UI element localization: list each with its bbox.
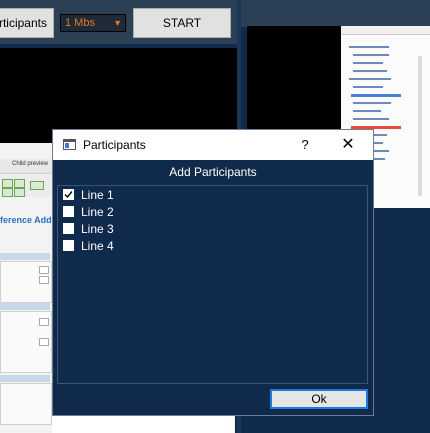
dialog-titlebar[interactable]: Participants ? ✕ bbox=[53, 130, 373, 160]
tree-line bbox=[353, 102, 391, 104]
preview-panel bbox=[0, 383, 52, 425]
preview-panel-header bbox=[0, 303, 50, 310]
participant-label: Line 2 bbox=[81, 205, 114, 219]
participant-checkbox[interactable] bbox=[63, 240, 74, 251]
preview-panel bbox=[0, 311, 52, 373]
preview-panel bbox=[0, 261, 52, 303]
tree-line bbox=[349, 46, 389, 48]
participant-label: Line 4 bbox=[81, 239, 114, 253]
chevron-down-icon: ▼ bbox=[113, 18, 122, 28]
participants-dialog: Participants ? ✕ Add Participants Line 1… bbox=[52, 129, 374, 416]
tree-line bbox=[353, 62, 383, 64]
thumbnail-menubar bbox=[341, 26, 430, 35]
participants-button[interactable]: articipants bbox=[0, 8, 54, 38]
right-topbar bbox=[241, 0, 430, 27]
ribbon-icon bbox=[14, 188, 25, 197]
dialog-title: Participants bbox=[83, 138, 146, 152]
help-button[interactable]: ? bbox=[295, 135, 315, 155]
participants-list: Line 1 Line 2 Line 3 Line 4 bbox=[57, 185, 368, 384]
ok-button[interactable]: Ok bbox=[270, 389, 368, 409]
preview-tab-label: Child preview bbox=[12, 161, 49, 167]
close-button[interactable]: ✕ bbox=[335, 134, 361, 156]
tree-line bbox=[349, 78, 391, 80]
thumbnail-scrollbar bbox=[418, 56, 422, 196]
bitrate-value: 1 Mbs bbox=[65, 17, 95, 29]
tree-line bbox=[353, 118, 389, 120]
participant-label: Line 3 bbox=[81, 222, 114, 236]
window-icon bbox=[63, 139, 76, 150]
participant-item-line-2[interactable]: Line 2 bbox=[63, 204, 263, 220]
preview-panel-header bbox=[0, 375, 50, 382]
participant-label: Line 1 bbox=[81, 188, 114, 202]
spin-box bbox=[39, 276, 49, 284]
spin-box bbox=[39, 338, 49, 346]
spin-box bbox=[39, 318, 49, 326]
checkmark-icon bbox=[64, 191, 73, 199]
ribbon-icon bbox=[2, 179, 13, 188]
participant-checkbox[interactable] bbox=[63, 189, 74, 200]
preview-panel-header bbox=[0, 253, 50, 260]
tree-line bbox=[353, 70, 387, 72]
preview-title-fragment: ference Addo bbox=[0, 215, 58, 225]
participant-checkbox[interactable] bbox=[63, 223, 74, 234]
ribbon-icon bbox=[2, 188, 13, 197]
tree-line bbox=[353, 54, 389, 56]
add-participants-header: Add Participants bbox=[169, 165, 257, 179]
close-icon: ✕ bbox=[341, 136, 355, 153]
participant-item-line-1[interactable]: Line 1 bbox=[63, 187, 263, 203]
tree-selection bbox=[351, 94, 401, 97]
participant-item-line-4[interactable]: Line 4 bbox=[63, 238, 263, 254]
participant-item-line-3[interactable]: Line 3 bbox=[63, 221, 263, 237]
ribbon-icon bbox=[30, 181, 44, 190]
start-button[interactable]: START bbox=[133, 8, 231, 38]
spin-box bbox=[39, 266, 49, 274]
tree-line bbox=[353, 86, 383, 88]
toolbar: articipants 1 Mbs ▼ START bbox=[0, 0, 237, 44]
participant-checkbox[interactable] bbox=[63, 206, 74, 217]
bitrate-select[interactable]: 1 Mbs ▼ bbox=[60, 14, 126, 32]
ribbon-icon bbox=[14, 179, 25, 188]
tree-line bbox=[353, 110, 381, 112]
